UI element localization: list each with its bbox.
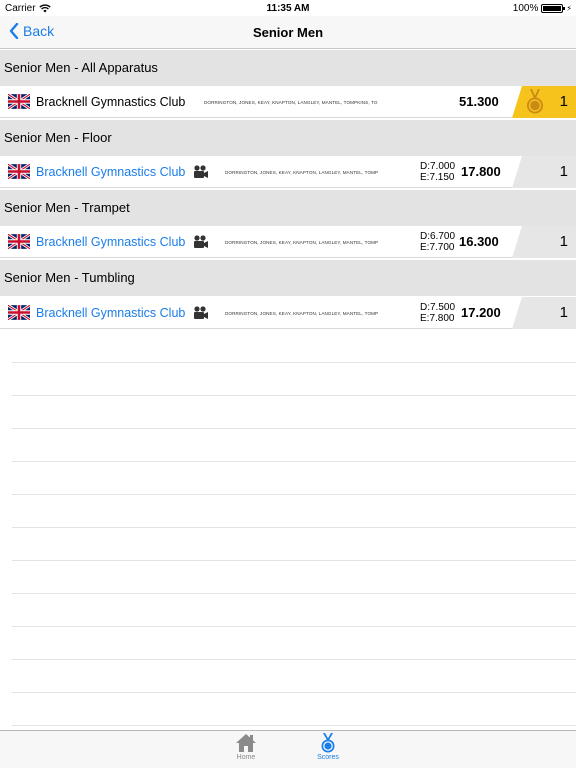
e-score: E:7.150: [420, 172, 455, 183]
rank-number: 1: [559, 163, 568, 180]
status-time: 11:35 AM: [266, 3, 310, 14]
rank-badge: 1: [512, 297, 576, 329]
total-score: 17.800: [461, 164, 501, 179]
team-members: DORRINGTON, JONES, KEAY, KNAPTON, LANGLE…: [225, 311, 378, 316]
section-header-trampet: Senior Men - Trampet: [0, 190, 576, 226]
tab-scores-label: Scores: [317, 754, 339, 761]
d-score: D:6.700: [420, 231, 456, 242]
result-row-tumbling[interactable]: Bracknell Gymnastics Club DORRINGTON, JO…: [0, 297, 576, 329]
rank-number: 1: [559, 93, 568, 110]
rank-badge-gold: 1: [512, 86, 576, 118]
uk-flag-icon: [8, 305, 30, 320]
charging-icon: ⚡: [566, 4, 572, 13]
medal-icon: [321, 733, 335, 753]
tab-home[interactable]: Home: [226, 733, 266, 761]
home-icon: [236, 734, 256, 752]
battery-percent: 100%: [512, 3, 539, 14]
empty-row-separator: [12, 659, 576, 660]
rank-badge: 1: [512, 226, 576, 258]
total-score: 17.200: [461, 305, 501, 320]
tab-home-label: Home: [236, 754, 256, 761]
page-title: Senior Men: [252, 25, 324, 40]
battery-indicator: 100% ⚡: [513, 3, 572, 14]
video-camera-icon[interactable]: [193, 165, 209, 179]
section-header-all-apparatus: Senior Men - All Apparatus: [0, 50, 576, 86]
empty-row-separator: [12, 626, 576, 627]
difficulty-execution-scores: D:7.000 E:7.150: [420, 161, 455, 183]
section-header-tumbling: Senior Men - Tumbling: [0, 260, 576, 296]
club-name-link[interactable]: Bracknell Gymnastics Club: [36, 156, 185, 188]
uk-flag-icon: [8, 234, 30, 249]
medal-icon: [527, 89, 543, 114]
empty-row-separator: [12, 527, 576, 528]
total-score: 51.300: [459, 94, 499, 109]
difficulty-execution-scores: D:6.700 E:7.700: [420, 231, 455, 253]
result-row-trampet[interactable]: Bracknell Gymnastics Club DORRINGTON, JO…: [0, 226, 576, 258]
d-score: D:7.500: [420, 302, 456, 313]
rank-number: 1: [559, 304, 568, 321]
empty-row-separator: [12, 725, 576, 726]
empty-row-separator: [12, 428, 576, 429]
section-header-floor: Senior Men - Floor: [0, 120, 576, 156]
team-members: DORRINGTON, JONES, KEAY, KNAPTON, LANGLE…: [204, 100, 378, 105]
team-members: DORRINGTON, JONES, KEAY, KNAPTON, LANGLE…: [225, 240, 378, 245]
empty-row-separator: [12, 560, 576, 561]
tab-scores[interactable]: Scores: [308, 733, 348, 761]
d-score: D:7.000: [420, 161, 456, 172]
video-camera-icon[interactable]: [193, 235, 209, 249]
rank-badge: 1: [512, 156, 576, 188]
club-name: Bracknell Gymnastics Club: [36, 95, 186, 109]
uk-flag-icon: [8, 164, 30, 179]
club-name-link[interactable]: Bracknell Gymnastics Club: [36, 297, 185, 329]
result-row-floor[interactable]: Bracknell Gymnastics Club DORRINGTON, JO…: [0, 156, 576, 188]
difficulty-execution-scores: D:7.500 E:7.800: [420, 302, 455, 324]
club-name-link[interactable]: Bracknell Gymnastics Club: [36, 226, 185, 258]
empty-row-separator: [12, 494, 576, 495]
e-score: E:7.800: [420, 313, 455, 324]
empty-row-separator: [12, 593, 576, 594]
tab-bar: Home Scores: [0, 730, 576, 768]
navigation-bar: Back Senior Men: [0, 16, 576, 49]
video-camera-icon[interactable]: [193, 306, 209, 320]
uk-flag-icon: [8, 94, 30, 109]
team-members: DORRINGTON, JONES, KEAY, KNAPTON, LANGLE…: [225, 170, 378, 175]
rank-number: 1: [559, 233, 568, 250]
total-score: 16.300: [459, 234, 499, 249]
battery-icon: [541, 4, 566, 13]
empty-row-separator: [12, 362, 576, 363]
empty-row-separator: [12, 461, 576, 462]
e-score: E:7.700: [420, 242, 455, 253]
empty-row-separator: [12, 692, 576, 693]
empty-row-separator: [12, 395, 576, 396]
result-row-all-apparatus[interactable]: Bracknell Gymnastics Club DORRINGTON, JO…: [0, 86, 576, 118]
status-bar: Carrier 11:35 AM 100% ⚡: [0, 0, 576, 16]
